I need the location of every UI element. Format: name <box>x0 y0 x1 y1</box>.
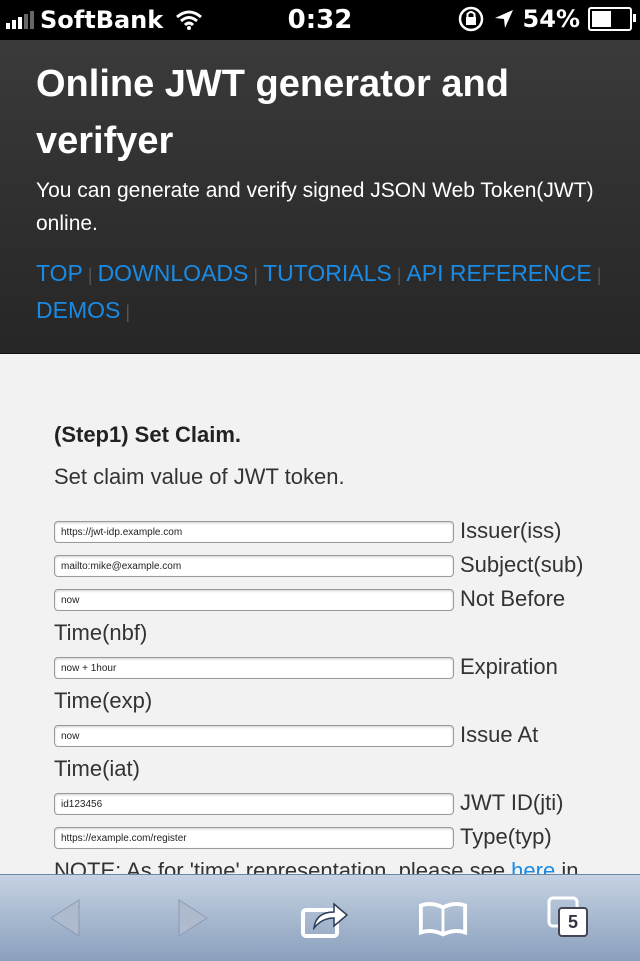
claim-row-typ: Type(typ) <box>54 820 614 854</box>
tabs-button[interactable]: 5 <box>546 895 596 941</box>
claim-row-nbf: Not Before Time(nbf) <box>54 582 614 650</box>
site-description: You can generate and verify signed JSON … <box>36 179 594 235</box>
nav-separator: | <box>396 265 402 285</box>
claim-row-iat: Issue At Time(iat) <box>54 718 614 786</box>
battery-percent: 54% <box>522 5 580 33</box>
jwt-id-input[interactable] <box>54 793 454 816</box>
browser-toolbar: 5 <box>0 874 640 961</box>
type-input[interactable] <box>54 827 454 850</box>
main-content: (Step1) Set Claim. Set claim value of JW… <box>0 354 640 883</box>
nav-link-tutorials[interactable]: TUTORIALS <box>263 260 392 286</box>
share-icon <box>301 902 349 938</box>
tab-count-badge: 5 <box>558 907 588 937</box>
claim-row-exp: Expiration Time(exp) <box>54 650 614 718</box>
step1-description: Set claim value of JWT token. <box>54 464 345 489</box>
forward-arrow-icon <box>178 899 208 937</box>
main-nav: TOP | DOWNLOADS | TUTORIALS | API REFERENCE | DE… <box>36 256 616 330</box>
claim-row-iss: Issuer(iss) <box>54 514 614 548</box>
claim-row-sub: Subject(sub) <box>54 548 614 582</box>
rotation-lock-icon <box>458 6 483 32</box>
nav-separator: | <box>87 265 93 285</box>
not-before-input[interactable] <box>54 589 454 612</box>
battery-icon <box>588 7 636 31</box>
jwt-id-label: JWT ID(jti) <box>460 790 564 815</box>
status-bar: SoftBank 0:32 54% <box>0 0 640 40</box>
subject-label: Subject(sub) <box>460 552 584 577</box>
expiration-input[interactable] <box>54 657 454 680</box>
back-arrow-icon <box>50 899 80 937</box>
bookmarks-button[interactable] <box>418 895 468 941</box>
issued-at-input[interactable] <box>54 725 454 748</box>
site-header: Online JWT generator and verifyer You ca… <box>0 40 640 354</box>
back-button[interactable] <box>40 895 90 941</box>
location-arrow-icon <box>494 10 513 28</box>
status-right-group: 54% <box>457 5 636 33</box>
issuer-label: Issuer(iss) <box>460 518 562 543</box>
share-button[interactable] <box>300 895 350 941</box>
type-label: Type(typ) <box>460 824 552 849</box>
claim-row-jti: JWT ID(jti) <box>54 786 614 820</box>
nav-separator: | <box>253 265 259 285</box>
page-title: Online JWT generator and verifyer <box>36 63 509 162</box>
forward-button[interactable] <box>168 895 218 941</box>
step1-title: (Step1) Set Claim. <box>54 422 242 447</box>
nav-link-demos[interactable]: DEMOS <box>36 297 120 323</box>
nav-separator: | <box>125 302 131 322</box>
claim-form: Issuer(iss) Subject(sub) Not Before Time… <box>54 514 614 888</box>
subject-input[interactable] <box>54 555 454 578</box>
issuer-input[interactable] <box>54 521 454 544</box>
nav-link-top[interactable]: TOP <box>36 260 83 286</box>
bookmarks-book-icon <box>418 902 468 937</box>
nav-link-downloads[interactable]: DOWNLOADS <box>98 260 249 286</box>
nav-separator: | <box>596 265 602 285</box>
nav-link-api-reference[interactable]: API REFERENCE <box>406 260 591 286</box>
